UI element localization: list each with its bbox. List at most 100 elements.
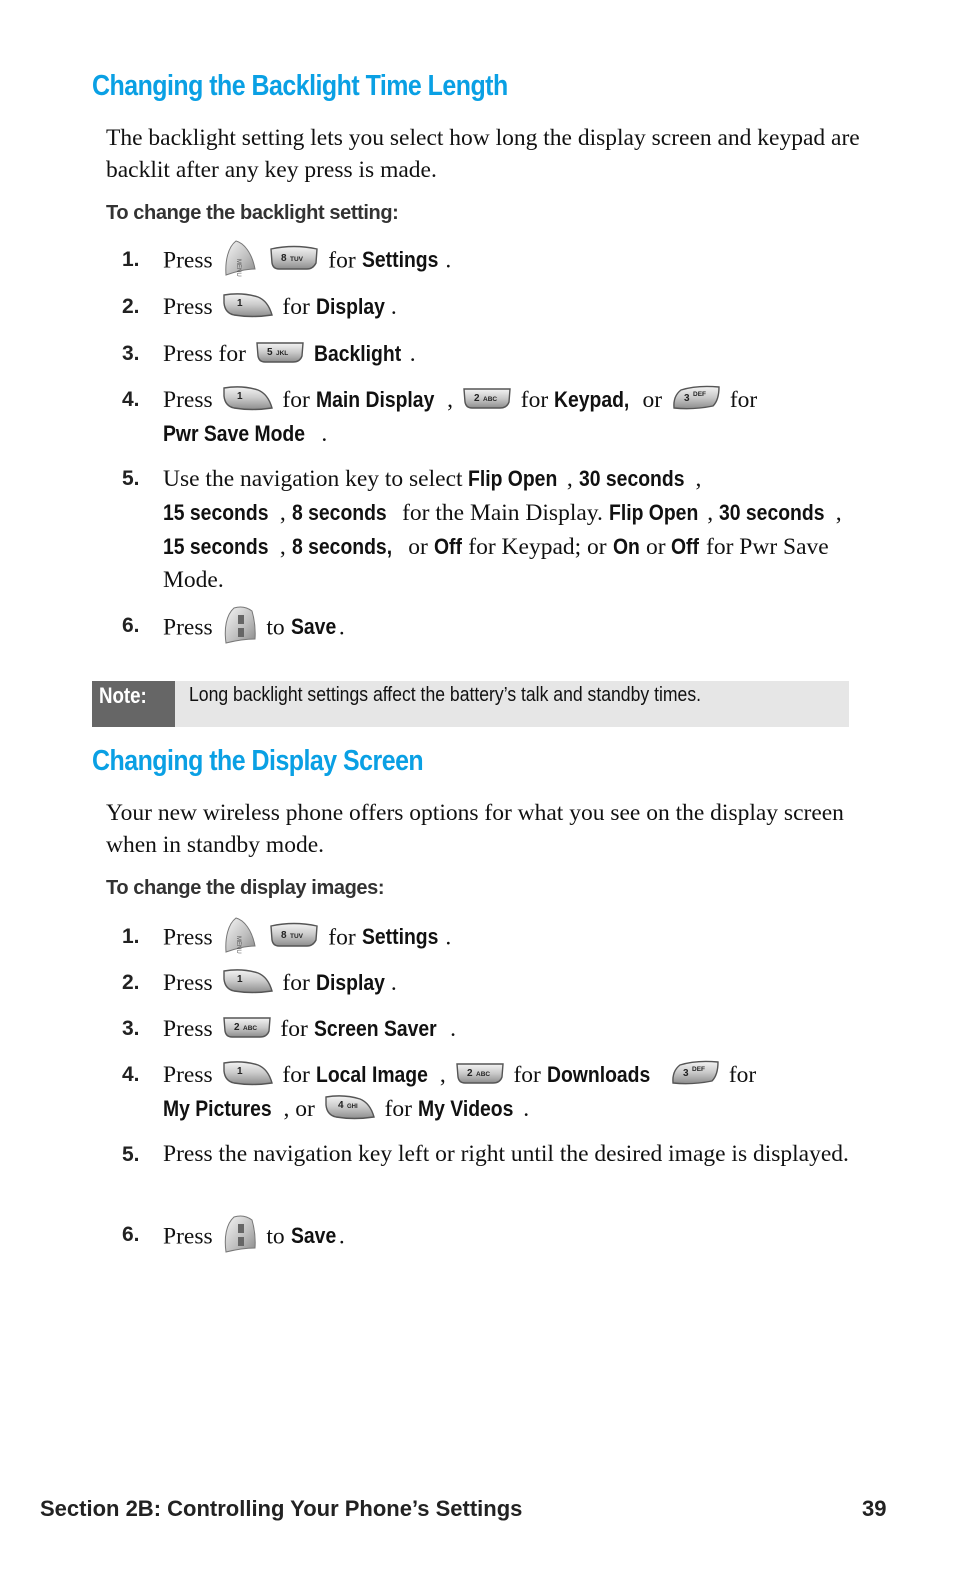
punctuation: ,: [439, 1062, 446, 1088]
step-item: 2. Press 1 for Display.: [122, 966, 862, 1000]
svg-text:8: 8: [281, 930, 287, 941]
step-text: or: [408, 534, 428, 560]
svg-text:ABC: ABC: [476, 1071, 490, 1078]
menu-option-downloads: Downloads: [546, 1062, 650, 1087]
option-flip-open: Flip Open: [468, 466, 558, 491]
step-text: for: [282, 970, 310, 996]
option-off: Off: [671, 534, 700, 559]
step-text: , or: [283, 1096, 315, 1122]
note-text: Long backlight settings affect the batte…: [189, 684, 702, 706]
menu-option-save: Save: [290, 614, 336, 640]
svg-text:4: 4: [338, 1100, 344, 1111]
svg-text:2: 2: [474, 393, 480, 404]
menu-option-display: Display: [315, 970, 385, 995]
key-3def-icon: 3 DEF: [670, 1059, 720, 1087]
step-text: for: [513, 1062, 541, 1088]
menu-option-screen-saver: Screen Saver: [313, 1016, 437, 1041]
option-30-seconds: 30 seconds: [718, 500, 825, 525]
step-item: 5. Use the navigation key to select Flip…: [122, 462, 862, 597]
menu-ok-save-key-icon: [222, 1214, 258, 1254]
menu-ok-save-key-icon: [222, 605, 258, 645]
step-item: 3. Press 2 ABC for Screen Saver.: [122, 1012, 862, 1046]
punctuation: .: [390, 970, 397, 996]
menu-option-my-pictures: My Pictures: [163, 1096, 272, 1121]
svg-text:5: 5: [267, 347, 273, 358]
section-intro-backlight: The backlight setting lets you select ho…: [106, 125, 860, 183]
punctuation: ,: [279, 500, 286, 526]
key-1-icon: 1: [222, 291, 274, 319]
key-2abc-icon: 2 ABC: [222, 1015, 272, 1039]
step-item: 1. Press MENU 8 TUV for Settings.: [122, 917, 862, 958]
svg-text:TUV: TUV: [290, 933, 304, 940]
punctuation: ,: [566, 466, 573, 492]
page-number: 39: [862, 1496, 887, 1521]
key-5jkl-icon: 5 JKL: [255, 340, 305, 364]
step-number: 6.: [122, 1223, 140, 1246]
svg-text:1: 1: [237, 298, 243, 309]
option-flip-open: Flip Open: [608, 500, 699, 525]
menu-option-my-videos: My Videos: [417, 1096, 514, 1121]
step-text: Press: [163, 1223, 213, 1250]
option-15-seconds: 15 seconds: [163, 534, 269, 559]
punctuation: .: [338, 614, 345, 641]
svg-text:MENU: MENU: [235, 259, 241, 277]
step-text: Press: [163, 924, 213, 951]
step-item: 1. Press MENU 8 TUV for Settings.: [122, 240, 862, 281]
punctuation: .: [450, 1016, 456, 1042]
punctuation: .: [445, 247, 452, 274]
menu-ok-key-icon: MENU: [222, 239, 258, 277]
step-text: for: [282, 294, 310, 320]
step-text: for: [729, 387, 758, 413]
svg-text:2: 2: [467, 1068, 473, 1079]
punctuation: .: [409, 341, 416, 367]
step-number: 2.: [122, 295, 140, 318]
svg-text:3: 3: [683, 1068, 689, 1079]
svg-text:DEF: DEF: [693, 391, 706, 398]
menu-option-local-image: Local Image: [315, 1062, 428, 1087]
key-2abc-icon: 2 ABC: [455, 1061, 505, 1085]
section-heading-display-screen: Changing the Display Screen: [92, 745, 424, 777]
step-text: Press: [163, 294, 213, 320]
note-box: Note: Long backlight settings affect the…: [92, 681, 849, 727]
step-text: for: [328, 247, 356, 274]
step-text: to: [266, 614, 285, 641]
key-2abc-icon: 2 ABC: [462, 386, 512, 410]
punctuation: ,: [835, 500, 842, 526]
footer-section-title: Section 2B: Controlling Your Phone’s Set…: [40, 1496, 523, 1521]
svg-text:2: 2: [234, 1022, 240, 1033]
step-number: 6.: [122, 614, 140, 637]
step-text: for Keypad; or: [468, 534, 607, 560]
menu-option-backlight: Backlight: [313, 341, 401, 366]
key-8tuv-icon: 8 TUV: [269, 922, 319, 948]
step-item: 6. Press to Save.: [122, 606, 862, 649]
step-text: or: [645, 534, 666, 560]
step-text: Press: [163, 614, 213, 641]
punctuation: ,: [447, 387, 454, 413]
svg-text:ABC: ABC: [243, 1025, 257, 1032]
step-number: 4.: [122, 388, 140, 411]
subheading-backlight: To change the backlight setting:: [106, 202, 399, 224]
svg-text:8: 8: [281, 253, 287, 264]
option-30-seconds: 30 seconds: [578, 466, 685, 491]
menu-option-settings: Settings: [361, 924, 438, 950]
key-3def-icon: 3 DEF: [671, 384, 721, 412]
punctuation: .: [390, 294, 397, 320]
step-number: 5.: [122, 1143, 140, 1166]
punctuation: .: [338, 1223, 345, 1250]
step-number: 4.: [122, 1063, 140, 1086]
step-text: to: [266, 1223, 285, 1250]
key-1-icon: 1: [222, 1059, 274, 1087]
step-item: 4. Press 1 for Main Display, 2 ABC for Ke…: [122, 383, 862, 451]
svg-text:1: 1: [237, 1066, 243, 1077]
punctuation: ,: [279, 534, 286, 560]
key-1-icon: 1: [222, 384, 274, 412]
step-text: Use the navigation key to select: [163, 466, 463, 492]
svg-text:JKL: JKL: [276, 350, 288, 357]
punctuation: ,: [707, 500, 714, 526]
step-number: 1.: [122, 248, 140, 271]
step-text: Press: [163, 387, 213, 413]
svg-text:DEF: DEF: [692, 1066, 705, 1073]
step-number: 3.: [122, 1017, 140, 1040]
note-label: Note:: [92, 681, 175, 727]
punctuation: ,: [695, 466, 702, 492]
